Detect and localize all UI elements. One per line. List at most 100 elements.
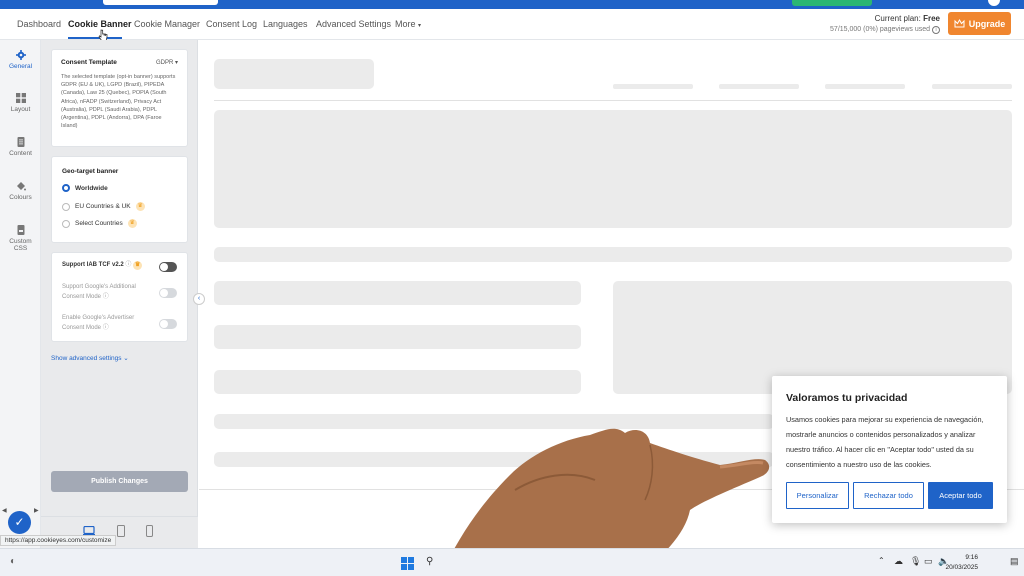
current-plan: Current plan: Free (875, 14, 940, 23)
radio-eu-uk[interactable]: EU Countries & UK ♛ (62, 202, 145, 211)
clock-date: 20/03/2025 (945, 564, 978, 571)
browser-status-url: https://app.cookieyes.com/customize (0, 535, 117, 546)
rail-item-layout[interactable]: Layout (0, 93, 41, 113)
radio-select-countries[interactable]: Select Countries ♛ (62, 219, 137, 228)
radio-worldwide[interactable]: Worldwide (62, 184, 108, 192)
tab-advanced-settings[interactable]: Advanced Settings (316, 19, 391, 29)
iab-tcf-text: Support IAB TCF v2.2 (62, 262, 124, 268)
google-additional-consent-text: Support Google's Additional Consent Mode (62, 284, 136, 300)
google-additional-consent-label: Support Google's Additional Consent Mode… (62, 283, 157, 302)
cookie-banner-title: Valoramos tu privacidad (786, 392, 908, 404)
geo-target-title: Geo-target banner (62, 168, 119, 175)
tab-cookie-manager[interactable]: Cookie Manager (134, 19, 200, 29)
collapse-panel-button[interactable]: ‹ (193, 293, 205, 305)
reject-all-button[interactable]: Rechazar todo (853, 482, 924, 509)
skeleton-block (214, 325, 581, 349)
rail-label-general: General (8, 63, 33, 70)
iab-tcf-toggle[interactable] (159, 262, 177, 272)
pageviews-usage: 57/15,000 (0%) pageviews used i (830, 26, 940, 34)
iab-tcf-card: Support IAB TCF v2.2 ⓘ ♛ Support Google'… (51, 252, 188, 342)
skeleton-block (214, 370, 581, 394)
show-advanced-settings-label: Show advanced settings (51, 355, 122, 362)
scroll-right-icon[interactable]: ▶ (34, 507, 39, 514)
document-icon (17, 137, 24, 147)
windows-start-icon[interactable] (401, 557, 414, 570)
consent-template-card: Consent Template GDPR ▾ The selected tem… (51, 49, 188, 147)
radio-select-countries-indicator (62, 219, 70, 228)
scroll-left-icon[interactable]: ◀ (2, 507, 7, 514)
crown-badge-icon: ♛ (135, 202, 145, 211)
info-icon: i (932, 26, 940, 34)
radio-worldwide-indicator (62, 184, 70, 192)
rail-item-custom-css[interactable]: Custom CSS (0, 225, 41, 252)
publish-changes-button[interactable]: Publish Changes (51, 471, 188, 492)
skeleton-bar (214, 247, 1012, 262)
mobile-icon[interactable] (146, 525, 153, 537)
chevron-down-icon: ⌄ (123, 355, 129, 362)
chevron-down-icon: ▾ (174, 60, 178, 66)
tab-more[interactable]: More ▾ (395, 19, 421, 29)
cookie-revisit-consent-button[interactable]: ✓ (8, 511, 31, 534)
upgrade-button[interactable]: Upgrade (948, 12, 1011, 35)
crown-badge-icon: ♛ (133, 261, 143, 270)
accept-all-button[interactable]: Aceptar todo (928, 482, 993, 509)
skeleton-nav-item (825, 84, 905, 89)
info-icon: ⓘ (102, 293, 109, 300)
radio-worldwide-label: Worldwide (75, 184, 108, 192)
rail-label-layout: Layout (10, 106, 31, 113)
crown-badge-icon: ♛ (127, 219, 137, 228)
top-app-bar (0, 0, 1024, 9)
google-advertiser-consent-toggle[interactable] (159, 319, 177, 329)
info-icon: ⓘ (125, 262, 132, 268)
settings-rail: General Layout Content Colours Custom CS… (0, 40, 41, 548)
clock-time: 9:16 (965, 554, 978, 561)
tablet-icon[interactable] (117, 525, 125, 537)
tab-more-label: More (395, 19, 416, 29)
microphone-icon[interactable]: 🎙 (910, 556, 921, 567)
gear-icon (15, 50, 26, 60)
os-taskbar: ◐ ⚲ ⌃ ☁ 🎙 ▭ 🔈 9:16 20/03/2025 ▤ (0, 548, 1024, 576)
radio-eu-uk-label: EU Countries & UK (75, 203, 131, 210)
global-search-input[interactable] (103, 0, 218, 5)
google-advertiser-consent-label: Enable Google's Advertiser Consent Mode … (62, 314, 157, 333)
cookie-consent-banner: Valoramos tu privacidad Usamos cookies p… (772, 376, 1007, 523)
grid-icon (15, 93, 26, 103)
geo-target-card: Geo-target banner Worldwide EU Countries… (51, 156, 188, 243)
iab-tcf-label: Support IAB TCF v2.2 ⓘ ♛ (62, 261, 157, 271)
active-tab-indicator (68, 37, 122, 39)
plan-value: Free (923, 14, 940, 23)
css-file-icon (17, 225, 24, 235)
tab-languages[interactable]: Languages (263, 19, 308, 29)
rail-item-general[interactable]: General (0, 50, 41, 70)
radio-eu-uk-indicator (62, 202, 70, 211)
rail-label-custom-css: Custom CSS (9, 238, 32, 252)
search-icon[interactable]: ⚲ (426, 556, 433, 567)
google-additional-consent-toggle[interactable] (159, 288, 177, 298)
system-clock[interactable]: 9:16 20/03/2025 (945, 553, 978, 573)
top-action-button[interactable] (792, 0, 872, 6)
settings-panel: Consent Template GDPR ▾ The selected tem… (41, 40, 198, 548)
consent-template-value: GDPR (155, 60, 174, 66)
cloud-icon[interactable]: ☁ (894, 556, 903, 567)
skeleton-logo (214, 59, 374, 89)
display-icon[interactable]: ▭ (924, 556, 933, 567)
tab-dashboard[interactable]: Dashboard (17, 19, 61, 29)
tab-cookie-banner[interactable]: Cookie Banner (68, 19, 132, 29)
paint-bucket-icon (16, 182, 26, 191)
customize-button[interactable]: Personalizar (786, 482, 849, 509)
rail-item-colours[interactable]: Colours (0, 181, 41, 201)
avatar[interactable] (988, 0, 1000, 6)
chevron-down-icon: ▾ (418, 23, 422, 29)
widget-icon[interactable]: ◐ (10, 556, 16, 567)
cookie-banner-body: Usamos cookies para mejorar su experienc… (786, 415, 984, 469)
chevron-up-icon[interactable]: ⌃ (878, 556, 885, 565)
consent-template-select[interactable]: GDPR ▾ (156, 59, 178, 66)
show-advanced-settings-link[interactable]: Show advanced settings ⌄ (51, 354, 129, 362)
notification-icon[interactable]: ▤ (1010, 556, 1019, 567)
rail-item-content[interactable]: Content (0, 137, 41, 157)
tab-consent-log[interactable]: Consent Log (206, 19, 257, 29)
rail-label-content: Content (9, 150, 32, 157)
info-icon: ⓘ (102, 324, 109, 331)
main-nav: Dashboard Cookie Banner Cookie Manager C… (0, 9, 1024, 42)
radio-select-countries-label: Select Countries (75, 220, 123, 227)
